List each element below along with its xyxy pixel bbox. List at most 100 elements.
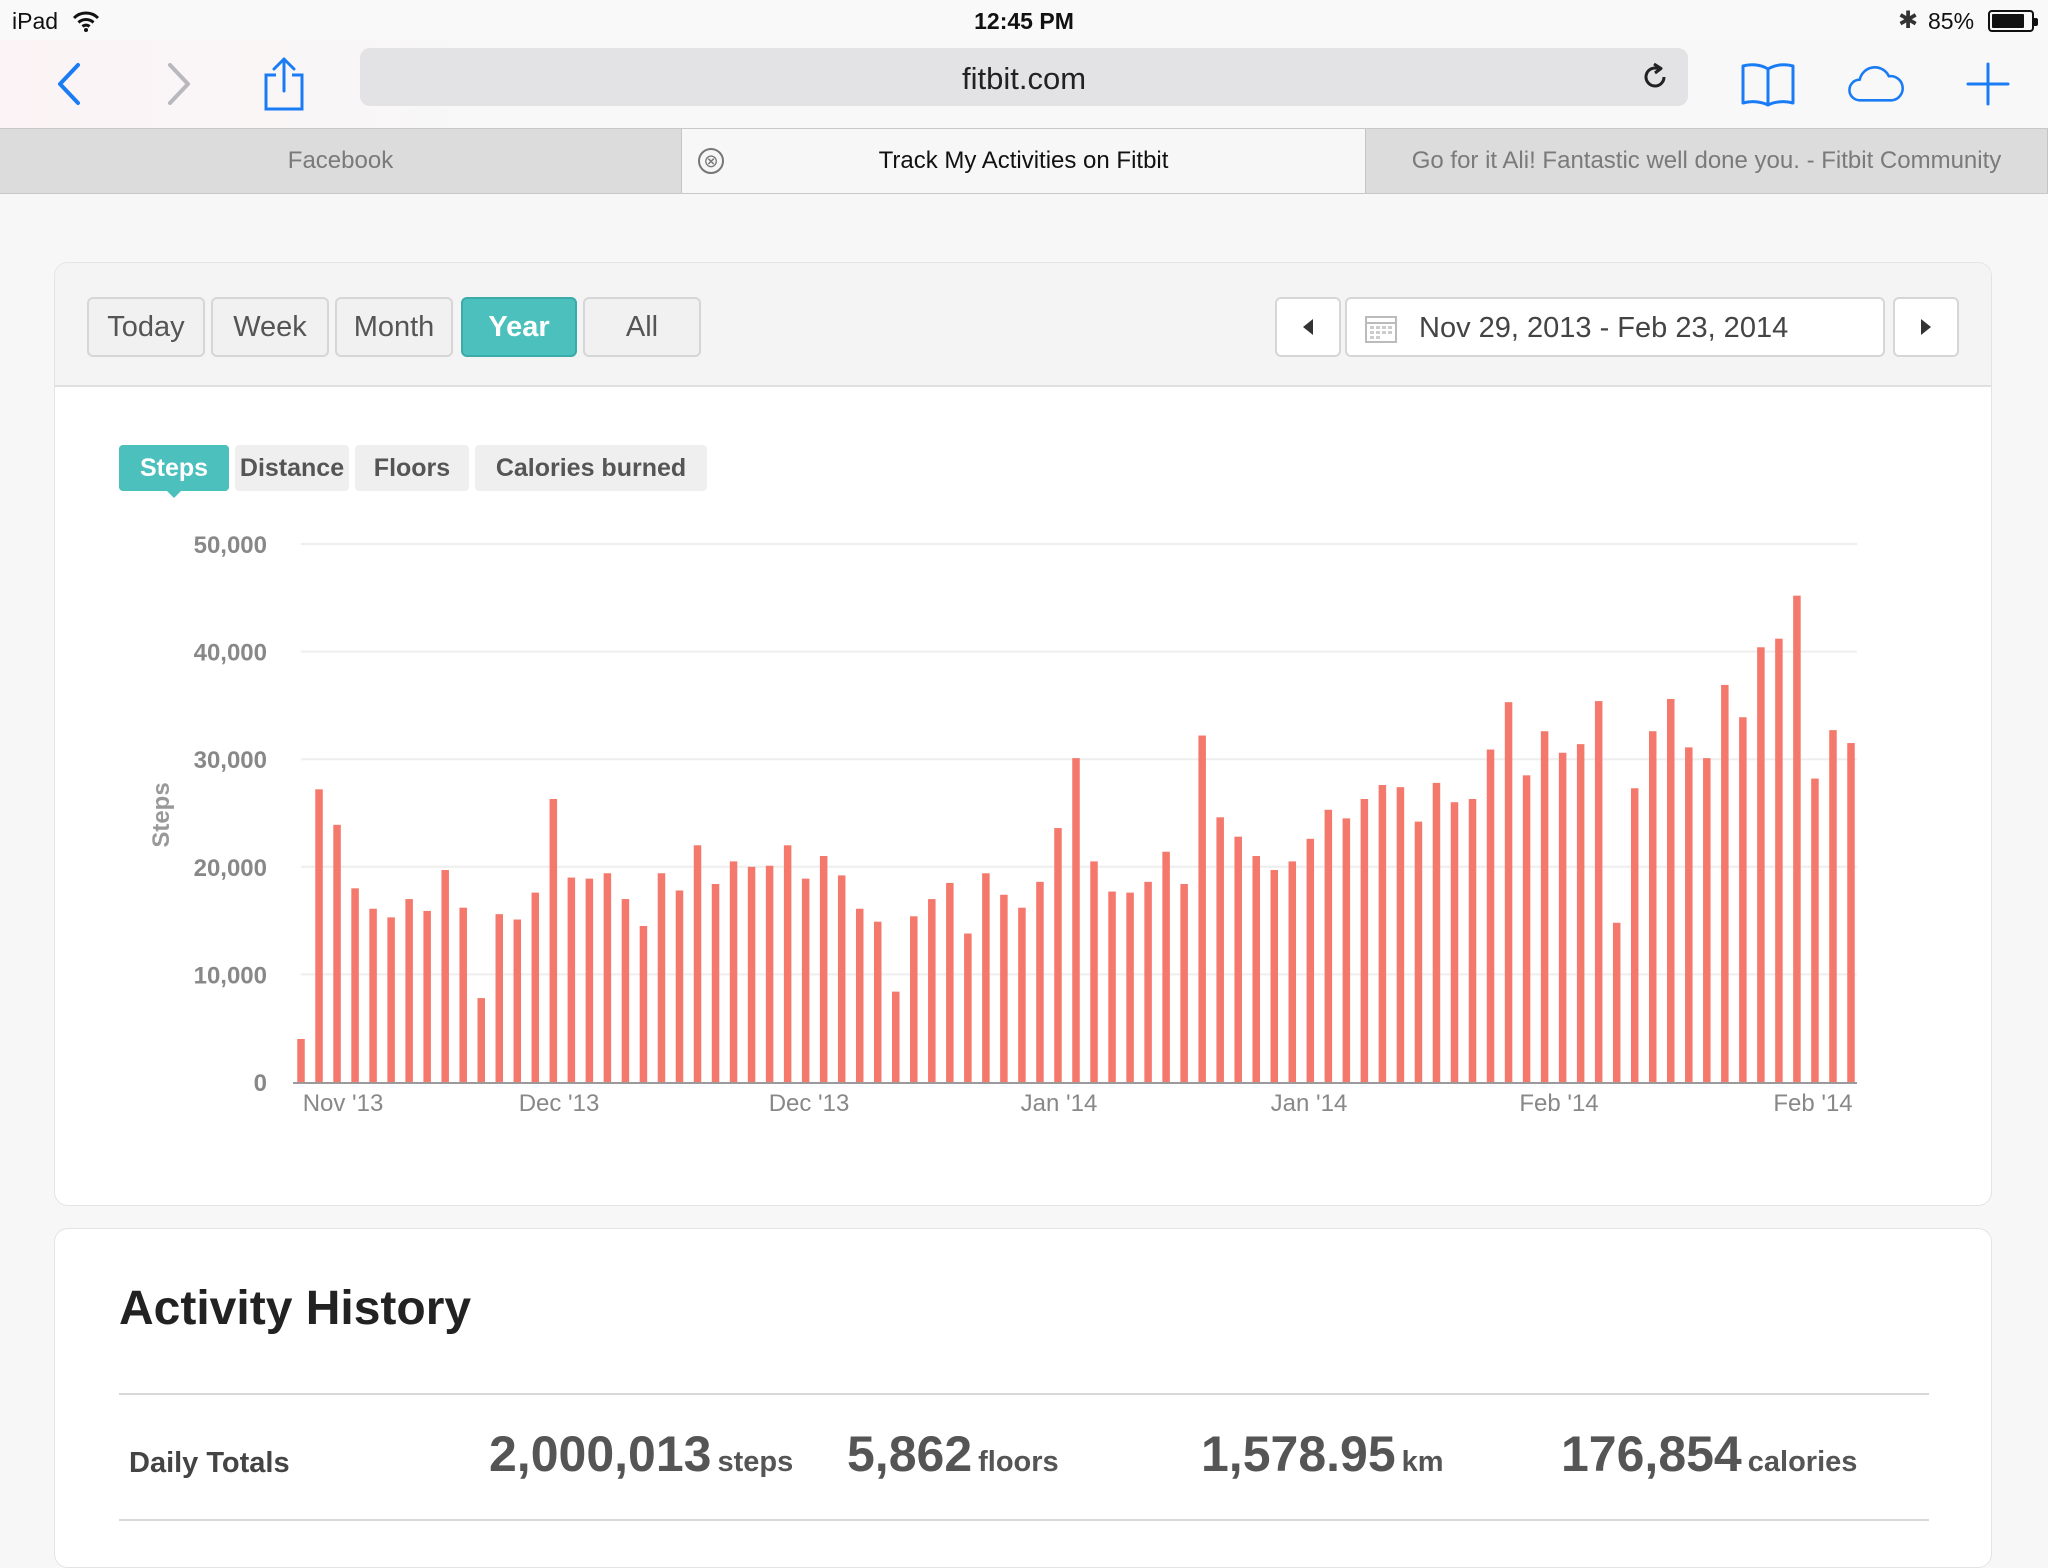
cloud-tabs-icon[interactable]: [1846, 54, 1906, 114]
bar: [693, 845, 702, 1082]
stat-unit: floors: [978, 1446, 1059, 1478]
back-icon[interactable]: [40, 54, 100, 114]
bar: [639, 925, 648, 1082]
y-axis-label: Steps: [148, 782, 175, 847]
bar: [801, 878, 810, 1082]
reload-icon[interactable]: [1640, 62, 1670, 92]
bar: [1703, 758, 1711, 1082]
bar: [1396, 787, 1405, 1082]
bar: [657, 873, 666, 1082]
activity-history-card: Activity History Daily Totals 2,000,013 s…: [54, 1228, 1992, 1568]
bar: [1685, 747, 1693, 1082]
bar: [603, 873, 612, 1082]
forward-icon[interactable]: [148, 54, 208, 114]
bar: [387, 917, 395, 1082]
bar: [1036, 881, 1044, 1082]
bar: [369, 908, 377, 1082]
bar: [1739, 717, 1747, 1082]
bar: [567, 877, 576, 1082]
url-text: fitbit.com: [961, 61, 1087, 96]
bar: [946, 882, 954, 1082]
bar: [1504, 702, 1513, 1082]
y-tick-label: 0: [254, 1070, 267, 1097]
bar: [1667, 698, 1675, 1082]
x-tick-label: Jan '14: [1271, 1090, 1348, 1117]
bar: [1288, 861, 1297, 1082]
bar: [1306, 838, 1315, 1082]
status-bar: iPad 12:45 PM ✱ 85%: [0, 0, 2048, 40]
bar: [1342, 818, 1351, 1082]
bar: [477, 998, 485, 1082]
stat-unit: calories: [1747, 1446, 1858, 1478]
new-tab-icon[interactable]: [1958, 54, 2018, 114]
bar: [729, 861, 738, 1082]
bar: [819, 856, 828, 1082]
y-tick-label: 10,000: [194, 962, 267, 989]
bar: [1216, 817, 1224, 1082]
divider: [119, 1393, 1929, 1395]
bar: [405, 899, 413, 1082]
bar: [1054, 828, 1062, 1082]
bar: [333, 824, 341, 1082]
bar: [711, 884, 720, 1082]
tab-bar: Facebook ⊗ Track My Activities on Fitbit…: [0, 128, 2048, 194]
bar: [297, 1038, 305, 1082]
bookmarks-icon[interactable]: [1738, 54, 1798, 114]
y-tick-label: 40,000: [194, 640, 267, 667]
x-tick-label: Nov '13: [303, 1090, 384, 1117]
bar: [1126, 892, 1134, 1082]
bar: [1793, 595, 1801, 1082]
bar: [1576, 744, 1585, 1082]
bar: [910, 916, 918, 1082]
tab-label: Go for it Ali! Fantastic well done you. …: [1411, 147, 2002, 174]
stat-calories: 176,854 calories: [1561, 1425, 1857, 1483]
bar: [675, 890, 684, 1082]
bluetooth-icon: ✱: [1898, 7, 1919, 34]
bar: [1018, 907, 1026, 1082]
stat-floors: 5,862 floors: [847, 1425, 1059, 1483]
tab-facebook[interactable]: Facebook: [0, 129, 682, 193]
bar: [1757, 647, 1765, 1082]
bar: [892, 991, 900, 1082]
bar: [783, 845, 792, 1082]
stat-value: 176,854: [1561, 1426, 1742, 1482]
bar: [1324, 809, 1333, 1082]
bar: [315, 789, 323, 1082]
browser-toolbar: fitbit.com: [0, 40, 2048, 128]
stat-value: 1,578.95: [1201, 1426, 1396, 1482]
bar: [1144, 881, 1152, 1082]
bar: [1648, 731, 1657, 1082]
bar: [1847, 743, 1855, 1082]
bar: [1072, 758, 1080, 1082]
battery-percentage: 85%: [1928, 8, 1975, 34]
activity-chart-card: Today Week Month Year All Nov 29, 2013 -…: [54, 262, 1992, 1206]
bar: [747, 866, 756, 1082]
bar: [1594, 701, 1603, 1082]
bar: [1270, 870, 1279, 1082]
close-tab-icon[interactable]: ⊗: [698, 148, 724, 174]
bar: [928, 899, 936, 1082]
tab-fitbit-community[interactable]: Go for it Ali! Fantastic well done you. …: [1366, 129, 2048, 193]
x-tick-label: Feb '14: [1773, 1090, 1852, 1117]
clock: 12:45 PM: [974, 8, 1074, 34]
tab-label: Track My Activities on Fitbit: [878, 147, 1169, 174]
bar: [549, 799, 558, 1082]
bar: [1612, 922, 1621, 1082]
bar: [1829, 730, 1837, 1082]
bar: [873, 921, 882, 1082]
address-bar[interactable]: fitbit.com: [360, 48, 1688, 106]
y-tick-label: 20,000: [194, 855, 267, 882]
bar: [1486, 749, 1495, 1082]
stat-unit: steps: [717, 1446, 794, 1478]
battery-icon: [1988, 10, 2038, 32]
bar: [1180, 884, 1188, 1082]
bar: [1378, 785, 1387, 1082]
share-icon[interactable]: [254, 54, 314, 114]
bar: [459, 907, 467, 1082]
tab-fitbit[interactable]: ⊗ Track My Activities on Fitbit: [682, 129, 1366, 193]
bar: [1198, 735, 1206, 1082]
x-tick-label: Feb '14: [1519, 1090, 1598, 1117]
bar: [351, 888, 359, 1082]
bar: [441, 870, 449, 1082]
bar: [1432, 782, 1441, 1082]
